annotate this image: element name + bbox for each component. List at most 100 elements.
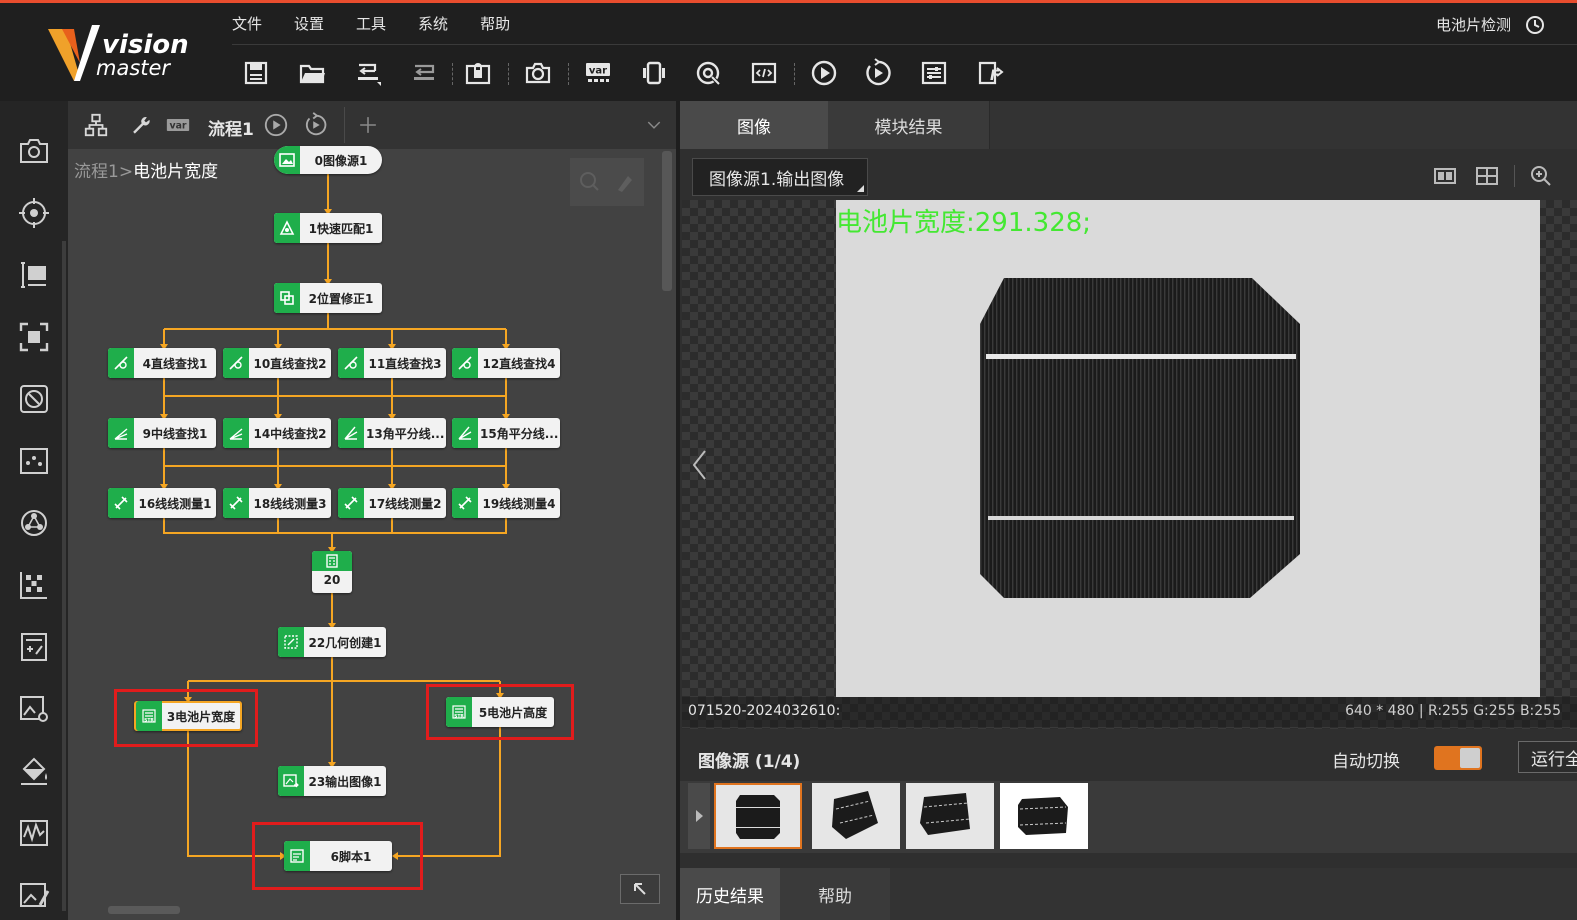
breadcrumb-separator: > xyxy=(118,162,134,182)
lock-icon xyxy=(465,63,491,85)
flow-node-script[interactable]: 6脚本1 xyxy=(284,841,392,871)
code-button[interactable] xyxy=(746,55,782,91)
image-viewer[interactable]: 电池片宽度:291.328; 071520-2024032610: 640 * … xyxy=(682,200,1577,729)
flow-node-bisector-2[interactable]: 15角平分线... xyxy=(452,418,560,448)
tab-help[interactable]: 帮助 xyxy=(780,868,890,920)
midline-icon xyxy=(223,418,249,448)
sidebar-item-recognize[interactable] xyxy=(14,317,54,357)
flow-node-cell-height[interactable]: STR 5电池片高度 xyxy=(446,697,554,727)
flow-node-fast-match[interactable]: 1快速匹配1 xyxy=(274,213,382,243)
flow-node-position-fix[interactable]: 2位置修正1 xyxy=(274,283,382,313)
save-button[interactable] xyxy=(238,55,274,91)
tab-history-results[interactable]: 历史结果 xyxy=(680,868,780,920)
flow-run-loop-button[interactable] xyxy=(302,111,330,139)
menu-tools[interactable]: 工具 xyxy=(356,13,386,34)
tab-module-results[interactable]: 模块结果 xyxy=(828,101,990,149)
flow-dropdown-button[interactable] xyxy=(640,111,668,139)
flow-node-bisector-1[interactable]: 13角平分线... xyxy=(338,418,446,448)
grid-view-button[interactable] xyxy=(1474,165,1500,187)
clock-icon[interactable] xyxy=(1525,15,1545,35)
breadcrumb: 流程1>电池片宽度 xyxy=(74,157,218,182)
angle-bisector-icon xyxy=(452,418,478,448)
save-as-button[interactable] xyxy=(350,55,386,91)
flow-node-line-measure-1[interactable]: 16线线测量1 xyxy=(108,488,216,518)
image-source-select[interactable]: 图像源1.输出图像 xyxy=(692,158,868,196)
device-button[interactable] xyxy=(636,55,672,91)
tab-image[interactable]: 图像 xyxy=(680,101,828,149)
sidebar-item-image-processing[interactable] xyxy=(14,503,54,543)
previous-image-button[interactable] xyxy=(690,447,710,483)
flow-fit-view-button[interactable] xyxy=(620,874,660,904)
sidebar-scrollbar[interactable] xyxy=(62,241,66,911)
flow-node-midline-find-2[interactable]: 14中线查找2 xyxy=(223,418,331,448)
flow-node-geometry-create[interactable]: 22几何创建1 xyxy=(278,627,386,657)
settings-button[interactable] xyxy=(916,55,952,91)
sidebar-item-contrast[interactable] xyxy=(14,441,54,481)
flow-node-line-measure-2[interactable]: 17线线测量2 xyxy=(338,488,446,518)
app-window: vision master 文件 设置 工具 系统 帮助 电池片检测 var F… xyxy=(0,0,1577,920)
arrow-up-left-icon xyxy=(634,883,646,895)
menu-settings[interactable]: 设置 xyxy=(294,13,324,34)
play-circle-icon xyxy=(264,113,288,137)
flow-node-line-find-1[interactable]: 4直线查找1 xyxy=(108,348,216,378)
flow-variables-button[interactable]: var xyxy=(164,111,192,139)
chevron-down-icon xyxy=(647,121,661,129)
sidebar-item-image-edit[interactable] xyxy=(14,875,54,915)
thumbnail-image-4[interactable] xyxy=(1000,783,1088,849)
flow-node-line-find-4[interactable]: 12直线查找4 xyxy=(452,348,560,378)
sidebar-item-locate[interactable] xyxy=(14,193,54,233)
grid-view-icon xyxy=(1476,167,1498,185)
flow-node-line-measure-3[interactable]: 18线线测量3 xyxy=(223,488,331,518)
open-button[interactable] xyxy=(294,55,330,91)
run-all-button[interactable]: 运行全 xyxy=(1518,741,1577,773)
sidebar-item-image-source[interactable] xyxy=(14,131,54,171)
sidebar-item-analysis[interactable] xyxy=(14,813,54,853)
flow-tab-name[interactable]: 流程1 xyxy=(208,115,254,140)
lock-button[interactable] xyxy=(460,55,496,91)
flow-tools-button[interactable] xyxy=(126,111,154,139)
run-once-button[interactable] xyxy=(806,55,842,91)
crosshair-icon xyxy=(19,198,49,228)
flow-node-line-find-2[interactable]: 10直线查找2 xyxy=(223,348,331,378)
sidebar-item-calibrate[interactable] xyxy=(14,379,54,419)
thumbnail-nav-button[interactable] xyxy=(688,783,710,849)
menu-system[interactable]: 系统 xyxy=(418,13,448,34)
flow-node-line-find-3[interactable]: 11直线查找3 xyxy=(338,348,446,378)
line-find-icon xyxy=(223,348,249,378)
breadcrumb-parent[interactable]: 流程1 xyxy=(74,162,119,182)
thumbnail-image-3[interactable] xyxy=(906,783,994,849)
variable-button[interactable]: var xyxy=(580,55,616,91)
menu-file[interactable]: 文件 xyxy=(232,13,262,34)
target-button[interactable] xyxy=(690,55,726,91)
flow-tree-button[interactable] xyxy=(82,111,110,139)
flow-vertical-scrollbar[interactable] xyxy=(662,151,672,291)
flow-run-once-button[interactable] xyxy=(262,111,290,139)
sidebar-item-measure[interactable] xyxy=(14,255,54,295)
sidebar-item-fill[interactable] xyxy=(14,751,54,791)
flow-node-line-measure-4[interactable]: 19线线测量4 xyxy=(452,488,560,518)
sidebar-item-logic[interactable] xyxy=(14,627,54,667)
thumbnail-image-1[interactable] xyxy=(714,783,802,849)
camera-button[interactable] xyxy=(520,55,556,91)
sidebar-item-defect[interactable] xyxy=(14,565,54,605)
add-flow-button[interactable] xyxy=(354,111,382,139)
auto-switch-toggle[interactable] xyxy=(1434,746,1482,770)
flow-node-image-source[interactable]: 0图像源1 xyxy=(274,146,382,174)
flow-node-calculator[interactable]: 20 xyxy=(312,551,352,593)
menu-help[interactable]: 帮助 xyxy=(480,13,510,34)
zoom-button[interactable] xyxy=(1528,165,1554,187)
thumbnail-image-2[interactable] xyxy=(812,783,900,849)
run-loop-button[interactable] xyxy=(860,55,896,91)
flow-node-cell-width[interactable]: STR 3电池片宽度 xyxy=(134,701,242,731)
measurement-overlay: 电池片宽度:291.328; xyxy=(836,208,1092,238)
flow-horizontal-scrollbar[interactable] xyxy=(108,906,180,914)
line-measure-icon xyxy=(108,488,134,518)
format-button[interactable]: F xyxy=(972,55,1008,91)
flow-node-output-image[interactable]: 23输出图像1 xyxy=(278,766,386,796)
open-folder-icon xyxy=(299,64,325,84)
flow-node-midline-find-1[interactable]: 9中线查找1 xyxy=(108,418,216,448)
sidebar-item-image-settings[interactable] xyxy=(14,689,54,729)
single-view-button[interactable] xyxy=(1432,165,1458,187)
export-button[interactable] xyxy=(406,55,442,91)
line-measure-icon xyxy=(338,488,364,518)
